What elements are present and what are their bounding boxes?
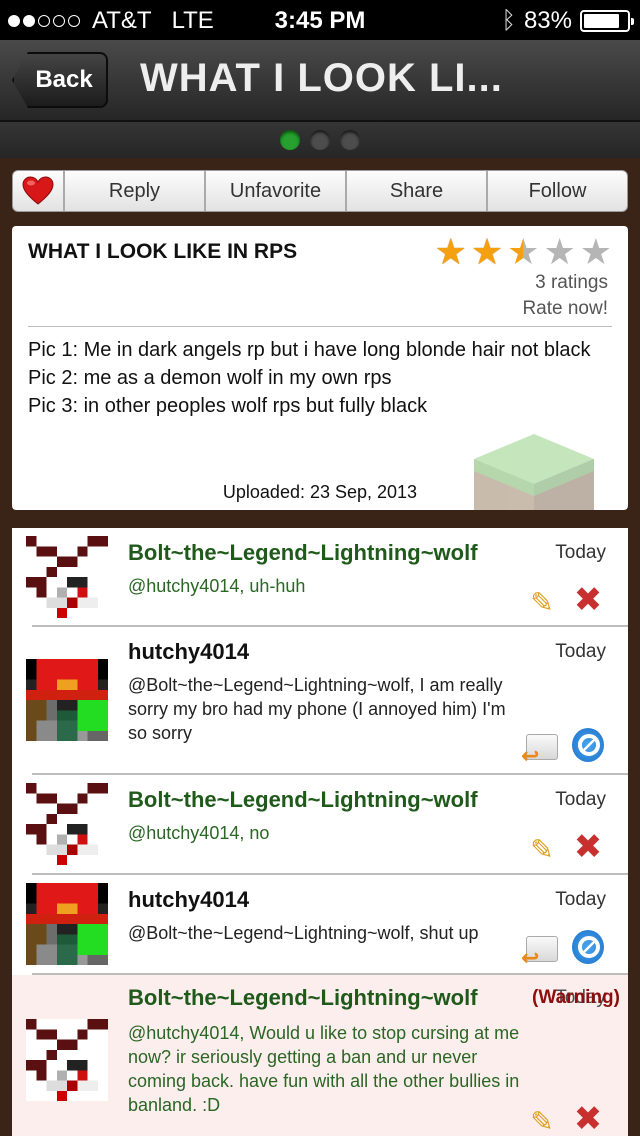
star-icon[interactable]: ★ <box>435 234 467 270</box>
reply-button[interactable]: Reply <box>65 171 206 211</box>
avatar[interactable] <box>26 536 108 618</box>
follow-button[interactable]: Follow <box>488 171 627 211</box>
page-title: WHAT I LOOK LI... <box>140 56 503 100</box>
comment-text: @Bolt~the~Legend~Lightning~wolf, I am re… <box>128 675 506 743</box>
post-card: WHAT I LOOK LIKE IN RPS ★ ★ ★ ★ ★ 3 rati… <box>12 226 628 510</box>
post-toolbar: Reply Unfavorite Share Follow <box>12 170 628 212</box>
comment-text: @hutchy4014, uh-huh <box>128 576 306 596</box>
share-button[interactable]: Share <box>347 171 488 211</box>
ratings-count: 3 ratings <box>535 272 608 293</box>
navigation-bar: Back WHAT I LOOK LI... <box>0 40 640 122</box>
battery-icon <box>580 10 634 32</box>
block-icon[interactable] <box>572 728 604 762</box>
back-button[interactable]: Back <box>12 52 108 108</box>
bluetooth-icon: ᛒ <box>501 7 516 34</box>
battery-percent: 83% <box>523 7 572 34</box>
comment-item[interactable]: hutchy4014 Today @Bolt~the~Legend~Lightn… <box>12 875 628 973</box>
page-dot-3[interactable] <box>340 130 360 150</box>
delete-icon[interactable]: ✖ <box>572 830 604 864</box>
comment-time: Today <box>555 789 606 810</box>
rate-now-link[interactable]: Rate now! <box>522 296 608 322</box>
heart-icon <box>22 176 54 205</box>
comment-author[interactable]: hutchy4014 <box>128 887 249 913</box>
comments-list: Bolt~the~Legend~Lightning~wolf Today @hu… <box>12 528 628 1136</box>
pencil-icon[interactable]: ✎ <box>526 833 558 865</box>
star-icon[interactable]: ★ <box>580 234 612 270</box>
pencil-icon[interactable]: ✎ <box>526 586 558 618</box>
warning-badge: (Warning) <box>532 987 620 1008</box>
post-body: Pic 1: Me in dark angels rp but i have l… <box>28 336 618 420</box>
star-icon[interactable]: ★ <box>471 234 503 270</box>
comment-item[interactable]: Bolt~the~Legend~Lightning~wolf Today @hu… <box>12 775 628 873</box>
avatar[interactable] <box>26 783 108 865</box>
reply-icon[interactable] <box>521 731 558 769</box>
comment-text: @Bolt~the~Legend~Lightning~wolf, shut up <box>128 923 479 943</box>
post-line: Pic 3: in other peoples wolf rps but ful… <box>28 395 428 417</box>
upload-date: Uploaded: 23 Sep, 2013 <box>222 482 418 502</box>
page-dot-1[interactable] <box>280 130 300 150</box>
status-bar: AT&T LTE 3:45 PM ᛒ 83% <box>0 0 640 40</box>
comment-item[interactable]: Bolt~the~Legend~Lightning~wolf Today @hu… <box>12 528 628 626</box>
post-line: Pic 1: Me in dark angels rp but i have l… <box>28 339 591 361</box>
comment-text: @hutchy4014, no <box>128 823 270 843</box>
comment-time: Today <box>555 889 606 910</box>
comment-text: @hutchy4014, Would u like to stop cursin… <box>128 1023 520 1115</box>
star-icon[interactable]: ★ <box>543 234 575 270</box>
block-icon[interactable] <box>572 930 604 964</box>
post-line: Pic 2: me as a demon wolf in my own rps <box>28 367 392 389</box>
reply-icon[interactable] <box>521 933 558 971</box>
comment-author[interactable]: hutchy4014 <box>128 639 249 665</box>
favorite-button[interactable] <box>13 171 65 211</box>
comment-author[interactable]: Bolt~the~Legend~Lightning~wolf <box>128 540 478 566</box>
avatar[interactable] <box>26 1019 108 1101</box>
comment-author[interactable]: Bolt~the~Legend~Lightning~wolf <box>128 985 478 1011</box>
post-title: WHAT I LOOK LIKE IN RPS <box>28 240 298 263</box>
delete-icon[interactable]: ✖ <box>572 1102 604 1136</box>
divider <box>28 326 612 327</box>
page-dot-2[interactable] <box>310 130 330 150</box>
comment-time: Today <box>555 641 606 662</box>
comment-time: Today <box>555 542 606 563</box>
page-indicator[interactable] <box>0 122 640 158</box>
pencil-icon[interactable]: ✎ <box>526 1105 558 1136</box>
comment-item[interactable]: hutchy4014 Today @Bolt~the~Legend~Lightn… <box>12 627 628 773</box>
delete-icon[interactable]: ✖ <box>572 583 604 617</box>
star-icon[interactable]: ★ <box>507 234 539 270</box>
unfavorite-button[interactable]: Unfavorite <box>206 171 347 211</box>
comment-author[interactable]: Bolt~the~Legend~Lightning~wolf <box>128 787 478 813</box>
comment-item-warning[interactable]: Bolt~the~Legend~Lightning~wolf Today (Wa… <box>12 975 628 1136</box>
avatar[interactable] <box>26 659 108 741</box>
avatar[interactable] <box>26 883 108 965</box>
star-rating[interactable]: ★ ★ ★ ★ ★ <box>435 234 612 270</box>
